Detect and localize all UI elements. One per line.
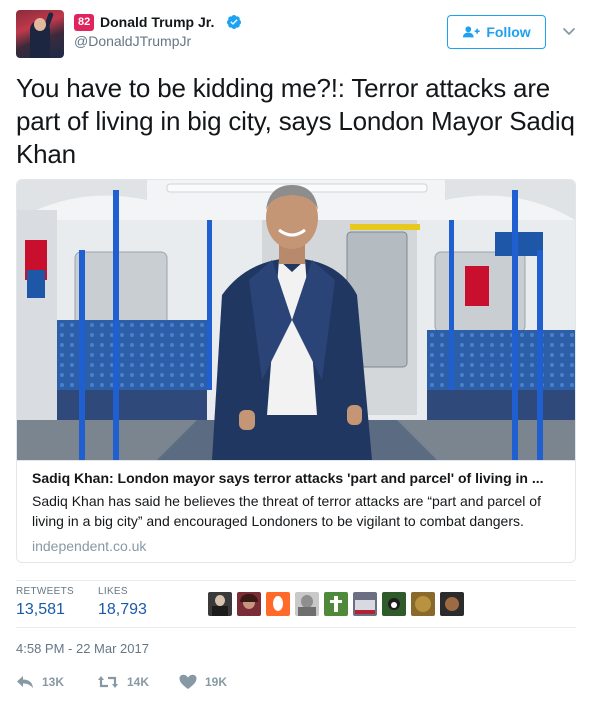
reply-count: 13K — [42, 675, 65, 689]
retweets-count: 13,581 — [16, 601, 65, 618]
liker-avatars — [208, 592, 464, 616]
liker-avatar[interactable] — [324, 592, 348, 616]
retweets-label: RETWEETS — [16, 586, 74, 597]
retweet-icon — [98, 676, 118, 688]
reply-button[interactable]: 13K — [16, 674, 64, 690]
tweet-header: 82 Donald Trump Jr. @DonaldJTrumpJr Foll… — [16, 10, 576, 58]
card-domain[interactable]: independent.co.uk — [32, 537, 560, 555]
retweets-stat[interactable]: RETWEETS 13,581 — [16, 586, 74, 620]
verified-badge-icon — [226, 15, 241, 29]
liker-avatar[interactable] — [295, 592, 319, 616]
card-title[interactable]: Sadiq Khan: London mayor says terror att… — [32, 469, 560, 487]
divider — [16, 580, 576, 581]
tweet-timestamp[interactable]: 4:58 PM - 22 Mar 2017 — [16, 641, 149, 657]
author-display-name[interactable]: Donald Trump Jr. — [100, 13, 214, 31]
liker-avatar[interactable] — [353, 592, 377, 616]
like-count: 19K — [205, 675, 228, 689]
divider — [16, 627, 576, 628]
follow-button[interactable]: Follow — [447, 15, 546, 49]
likes-count: 18,793 — [98, 601, 147, 618]
card-body[interactable]: Sadiq Khan: London mayor says terror att… — [17, 460, 575, 562]
link-card[interactable]: Sadiq Khan: London mayor says terror att… — [16, 179, 576, 563]
liker-avatar[interactable] — [266, 592, 290, 616]
liker-avatar[interactable] — [411, 592, 435, 616]
card-image[interactable] — [17, 180, 575, 460]
heart-icon — [179, 674, 197, 689]
liker-avatar[interactable] — [440, 592, 464, 616]
author-avatar[interactable] — [16, 10, 64, 58]
likes-label: LIKES — [98, 586, 128, 597]
author-handle[interactable]: @DonaldJTrumpJr — [74, 32, 191, 50]
reply-icon — [17, 676, 33, 688]
retweet-count: 14K — [127, 675, 150, 689]
retweet-button[interactable]: 14K — [97, 674, 149, 690]
tweet-text: You have to be kidding me?!: Terror atta… — [16, 73, 575, 169]
card-description: Sadiq Khan has said he believes the thre… — [32, 493, 541, 529]
follow-button-label: Follow — [486, 24, 531, 40]
add-user-icon — [463, 26, 480, 38]
liker-avatar[interactable] — [382, 592, 406, 616]
likes-stat[interactable]: LIKES 18,793 — [98, 586, 147, 620]
chevron-down-icon[interactable] — [562, 24, 576, 38]
liker-avatar[interactable] — [237, 592, 261, 616]
like-button[interactable]: 19K — [179, 674, 227, 690]
notification-badge: 82 — [74, 14, 95, 31]
liker-avatar[interactable] — [208, 592, 232, 616]
